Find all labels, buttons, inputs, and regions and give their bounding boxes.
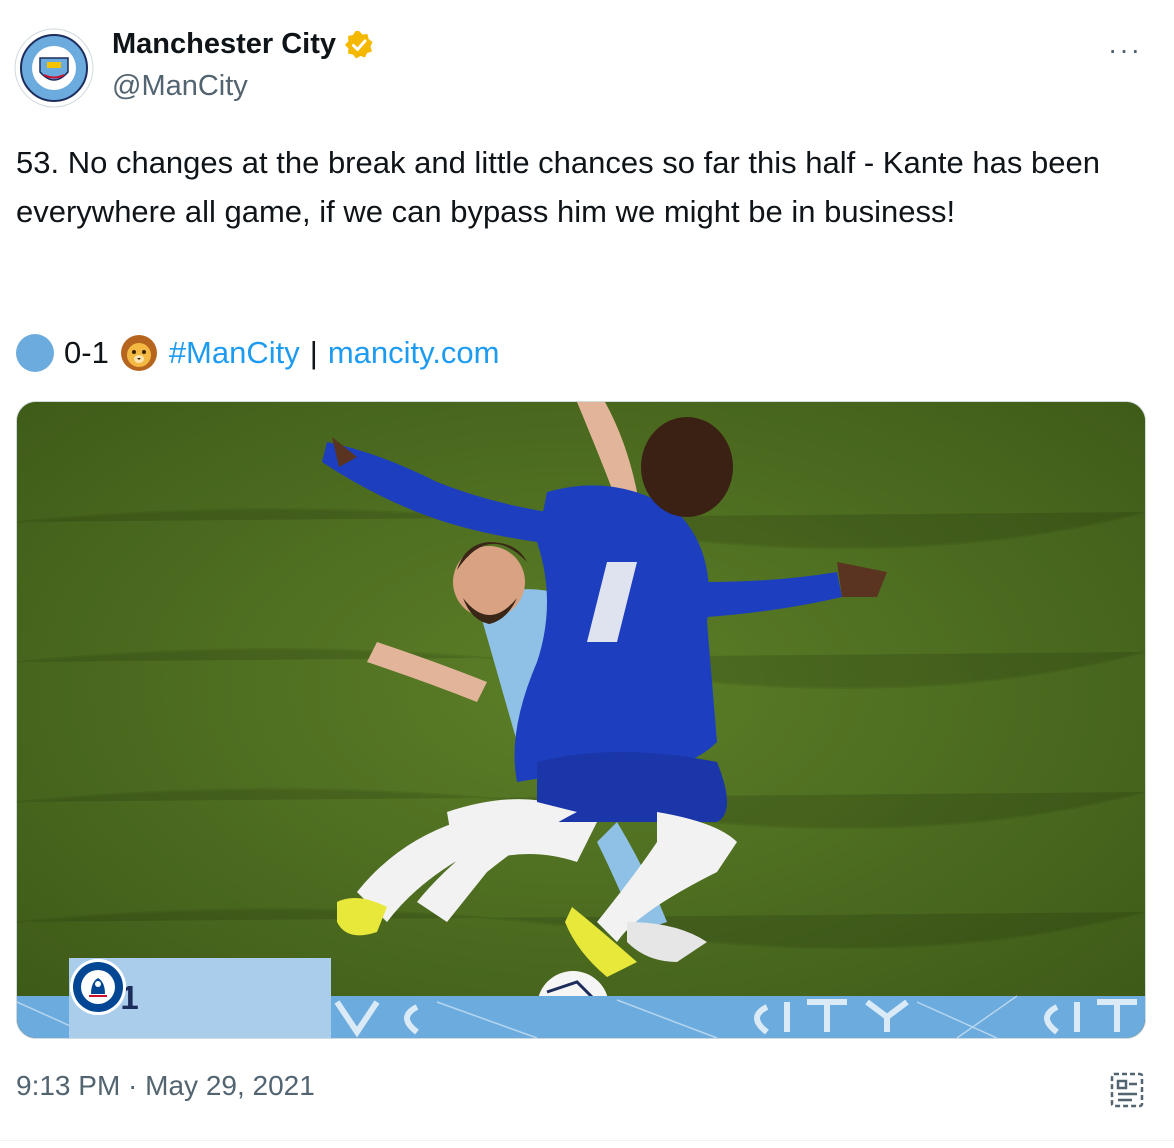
post-analytics-icon[interactable] <box>1110 1072 1144 1108</box>
author-name-row[interactable]: Manchester City <box>112 28 374 61</box>
avatar[interactable] <box>14 28 94 108</box>
tweet-timestamp[interactable]: 9:13 PM · May 29, 2021 <box>16 1070 315 1102</box>
analytics-icon <box>1110 1072 1144 1108</box>
website-link[interactable]: mancity.com <box>328 330 500 376</box>
chelsea-crest-icon <box>70 959 126 1015</box>
hashtag-link[interactable]: #ManCity <box>169 330 300 376</box>
match-photo <box>17 402 1145 1038</box>
blue-circle-icon <box>16 334 54 372</box>
verified-badge-icon <box>345 30 373 58</box>
author-handle[interactable]: @ManCity <box>112 70 248 103</box>
bottom-divider <box>0 1140 1174 1141</box>
tweet-media-image[interactable]: 0-1 <box>16 401 1146 1039</box>
man-city-crest-icon <box>14 28 94 108</box>
scoreboard-overlay: 0-1 <box>69 958 331 1038</box>
separator: | <box>309 335 318 370</box>
author-display-name[interactable]: Manchester City <box>112 28 336 61</box>
tweet-text: 53. No changes at the break and little c… <box>16 145 1100 229</box>
score-line: 0-1 #ManCity | mancity.com <box>16 330 500 376</box>
lion-icon <box>120 335 157 371</box>
more-options-button[interactable]: ··· <box>1108 34 1142 66</box>
score-text: 0-1 <box>64 335 109 370</box>
